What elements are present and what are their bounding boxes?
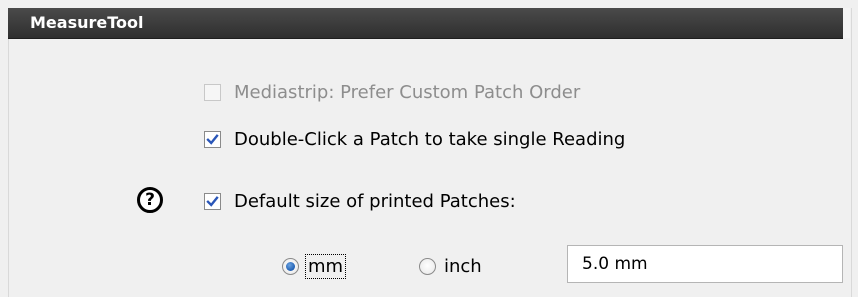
header-edge <box>843 8 850 38</box>
mediastrip-checkbox[interactable] <box>204 84 221 101</box>
inch-radio-label: inch <box>444 256 482 277</box>
mm-radio-label: mm <box>304 254 347 279</box>
double-click-checkbox[interactable] <box>204 131 221 148</box>
mediastrip-label: Mediastrip: Prefer Custom Patch Order <box>234 82 581 103</box>
default-size-option[interactable]: Default size of printed Patches: <box>204 191 516 212</box>
panel-title: MeasureTool <box>30 13 144 32</box>
double-click-label: Double-Click a Patch to take single Read… <box>234 129 626 150</box>
mm-radio-button[interactable] <box>282 258 299 275</box>
double-click-option[interactable]: Double-Click a Patch to take single Read… <box>204 129 625 150</box>
help-glyph: ? <box>145 189 155 210</box>
unit-radio-inch[interactable]: inch <box>419 256 482 277</box>
radio-selected-dot <box>286 262 295 271</box>
inch-radio-button[interactable] <box>419 258 436 275</box>
mediastrip-option: Mediastrip: Prefer Custom Patch Order <box>204 82 580 103</box>
default-size-checkbox[interactable] <box>204 193 221 210</box>
patch-size-input[interactable]: 5.0 mm <box>567 245 843 283</box>
checkmark-icon <box>206 196 219 207</box>
help-icon[interactable]: ? <box>137 187 163 213</box>
checkmark-icon <box>206 134 219 145</box>
panel-header: MeasureTool <box>8 8 843 39</box>
unit-radio-mm[interactable]: mm <box>282 254 347 279</box>
default-size-label: Default size of printed Patches: <box>234 191 516 212</box>
